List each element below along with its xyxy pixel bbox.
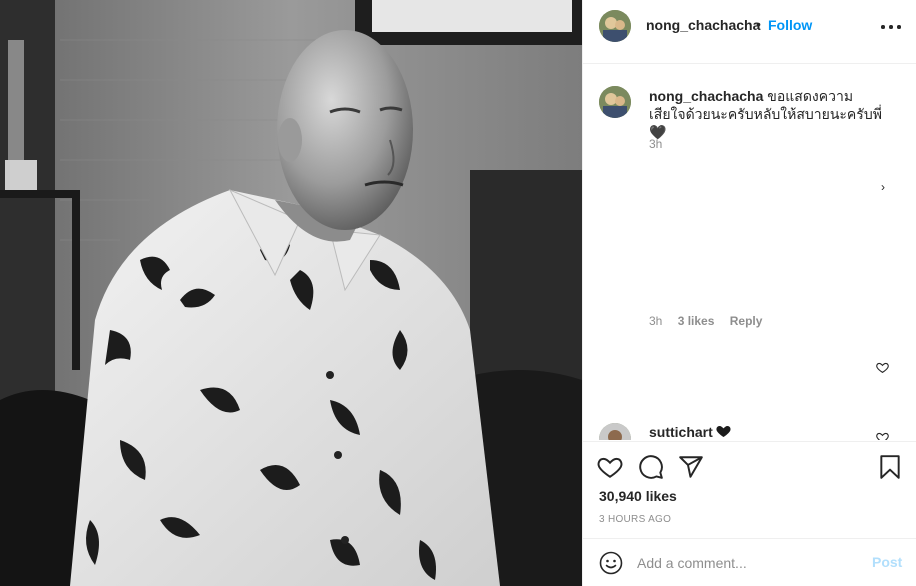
comment-likes[interactable]: 3 likes <box>678 314 715 328</box>
post-actions: 30,940 likes 3 HOURS AGO Post <box>583 441 916 586</box>
comment-time: 3h <box>649 314 663 328</box>
photo-image <box>0 0 582 586</box>
comments-list[interactable]: nong_chachacha ขอแสดงความเสียใจด้วยนะครั… <box>583 65 916 440</box>
post-sidebar: nong_chachacha • Follow nong_chachacha ข… <box>582 0 916 586</box>
post-header: nong_chachacha • Follow <box>583 0 916 64</box>
add-comment-bar: Post <box>583 538 916 586</box>
caption: nong_chachacha ขอแสดงความเสียใจด้วยนะครั… <box>649 87 889 141</box>
post-photo <box>0 0 582 586</box>
share-icon[interactable] <box>678 454 704 480</box>
comment-meta: 3h 3 likes Reply <box>649 314 774 328</box>
separator-dot: • <box>756 16 761 32</box>
posted-time[interactable]: 3 HOURS AGO <box>599 514 671 525</box>
comment-icon[interactable] <box>638 454 664 480</box>
comment-username[interactable]: suttichart <box>649 424 713 440</box>
reply-button[interactable]: Reply <box>730 314 763 328</box>
avatar[interactable] <box>599 10 631 42</box>
likes-count[interactable]: 30,940 likes <box>599 488 677 504</box>
black-heart-icon <box>716 426 731 437</box>
header-username[interactable]: nong_chachacha <box>646 17 760 33</box>
comment-like-heart-icon[interactable] <box>876 361 889 374</box>
bookmark-icon[interactable] <box>877 454 903 480</box>
heart-icon[interactable] <box>597 454 623 480</box>
caption-username[interactable]: nong_chachacha <box>649 88 763 104</box>
avatar[interactable] <box>599 423 631 440</box>
avatar-image <box>599 86 631 118</box>
comment-like-heart-icon[interactable] <box>876 431 889 440</box>
emoji-icon[interactable] <box>599 551 623 575</box>
post-button[interactable]: Post <box>872 554 902 570</box>
follow-button[interactable]: Follow <box>768 17 812 33</box>
avatar[interactable] <box>599 86 631 118</box>
avatar-image <box>599 423 631 440</box>
chevron-right-icon[interactable]: › <box>881 180 885 194</box>
caption-time: 3h <box>649 137 663 151</box>
avatar-image <box>599 10 631 42</box>
comment-input[interactable] <box>637 552 857 574</box>
more-options-icon[interactable] <box>879 16 903 36</box>
